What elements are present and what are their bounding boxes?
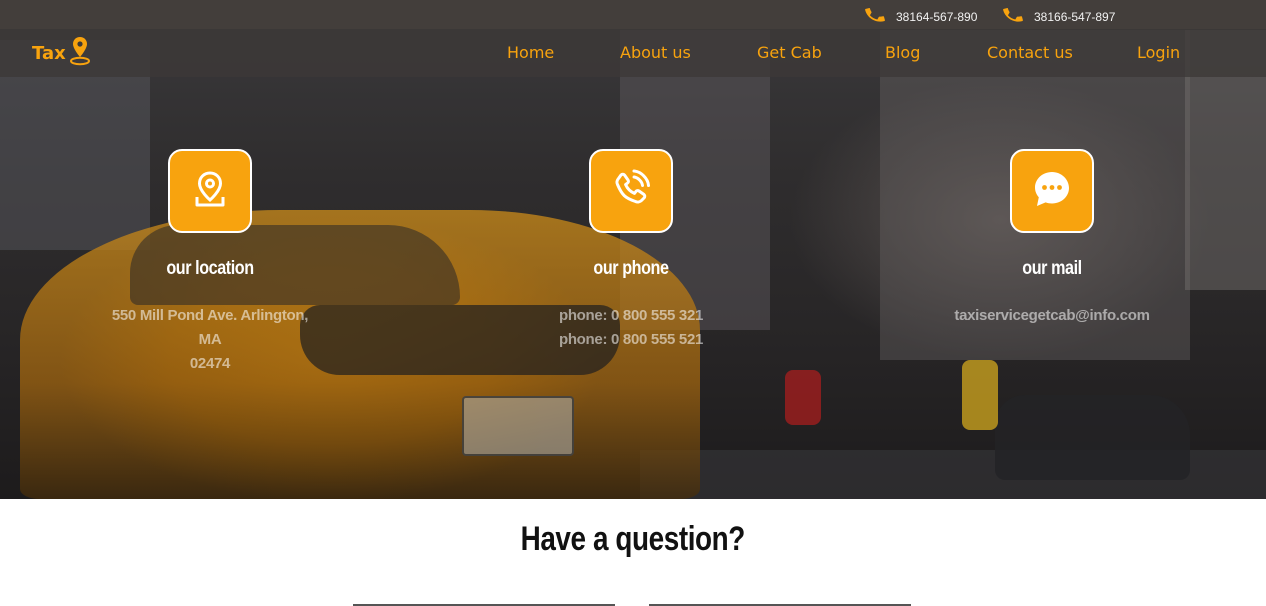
info-title: our phone [593,258,669,279]
phone-call-icon [609,167,653,216]
phone-icon-box [589,149,673,233]
topbar-phone-number: 38166-547-897 [1034,9,1116,24]
info-mail: our mail taxiservicegetcab@info.com [942,149,1162,328]
phone-icon [864,4,886,29]
info-line: 550 Mill Pond Ave. Arlington, MA [111,307,309,348]
nav-get-cab[interactable]: Get Cab [757,43,822,62]
logo-text: Tax [32,43,66,64]
info-line[interactable]: taxiservicegetcab@info.com [942,304,1162,328]
topbar-phone-number: 38164-567-890 [896,9,978,24]
location-icon-box [168,149,252,233]
info-line: phone: 0 800 555 521 [558,331,704,348]
contact-heading-text: Have a question? [520,520,746,558]
info-location: our location 550 Mill Pond Ave. Arlingto… [100,149,320,376]
nav-login[interactable]: Login [1137,43,1180,62]
chat-icon-box [1010,149,1094,233]
top-bar: 38164-567-890 38166-547-897 [0,0,1266,29]
nav-about-us[interactable]: About us [620,43,691,62]
nav-contact-us[interactable]: Contact us [987,43,1073,62]
info-phone: our phone phone: 0 800 555 321 phone: 0 … [521,149,741,352]
topbar-phone-1[interactable]: 38164-567-890 [864,4,977,29]
chat-icon [1030,167,1074,216]
info-line: 02474 [189,355,231,372]
topbar-phone-2[interactable]: 38166-547-897 [1002,4,1115,29]
suv-shape [995,395,1190,480]
nav-home[interactable]: Home [507,43,554,62]
contact-heading: Have a question? [0,520,1266,559]
info-title: our mail [1022,258,1082,279]
logo[interactable]: Tax [32,35,92,72]
license-plate-shape [462,396,574,456]
phone-icon [1002,4,1024,29]
info-line: phone: 0 800 555 321 [558,307,704,324]
pedestrian-shape [962,360,998,430]
pedestrian-shape [785,370,821,425]
map-pin-icon [66,35,92,72]
nav-blog[interactable]: Blog [885,43,920,62]
location-icon [188,167,232,216]
info-title: our location [166,258,254,279]
navbar: Tax Home About us Get Cab Blog Contact u… [0,29,1266,77]
